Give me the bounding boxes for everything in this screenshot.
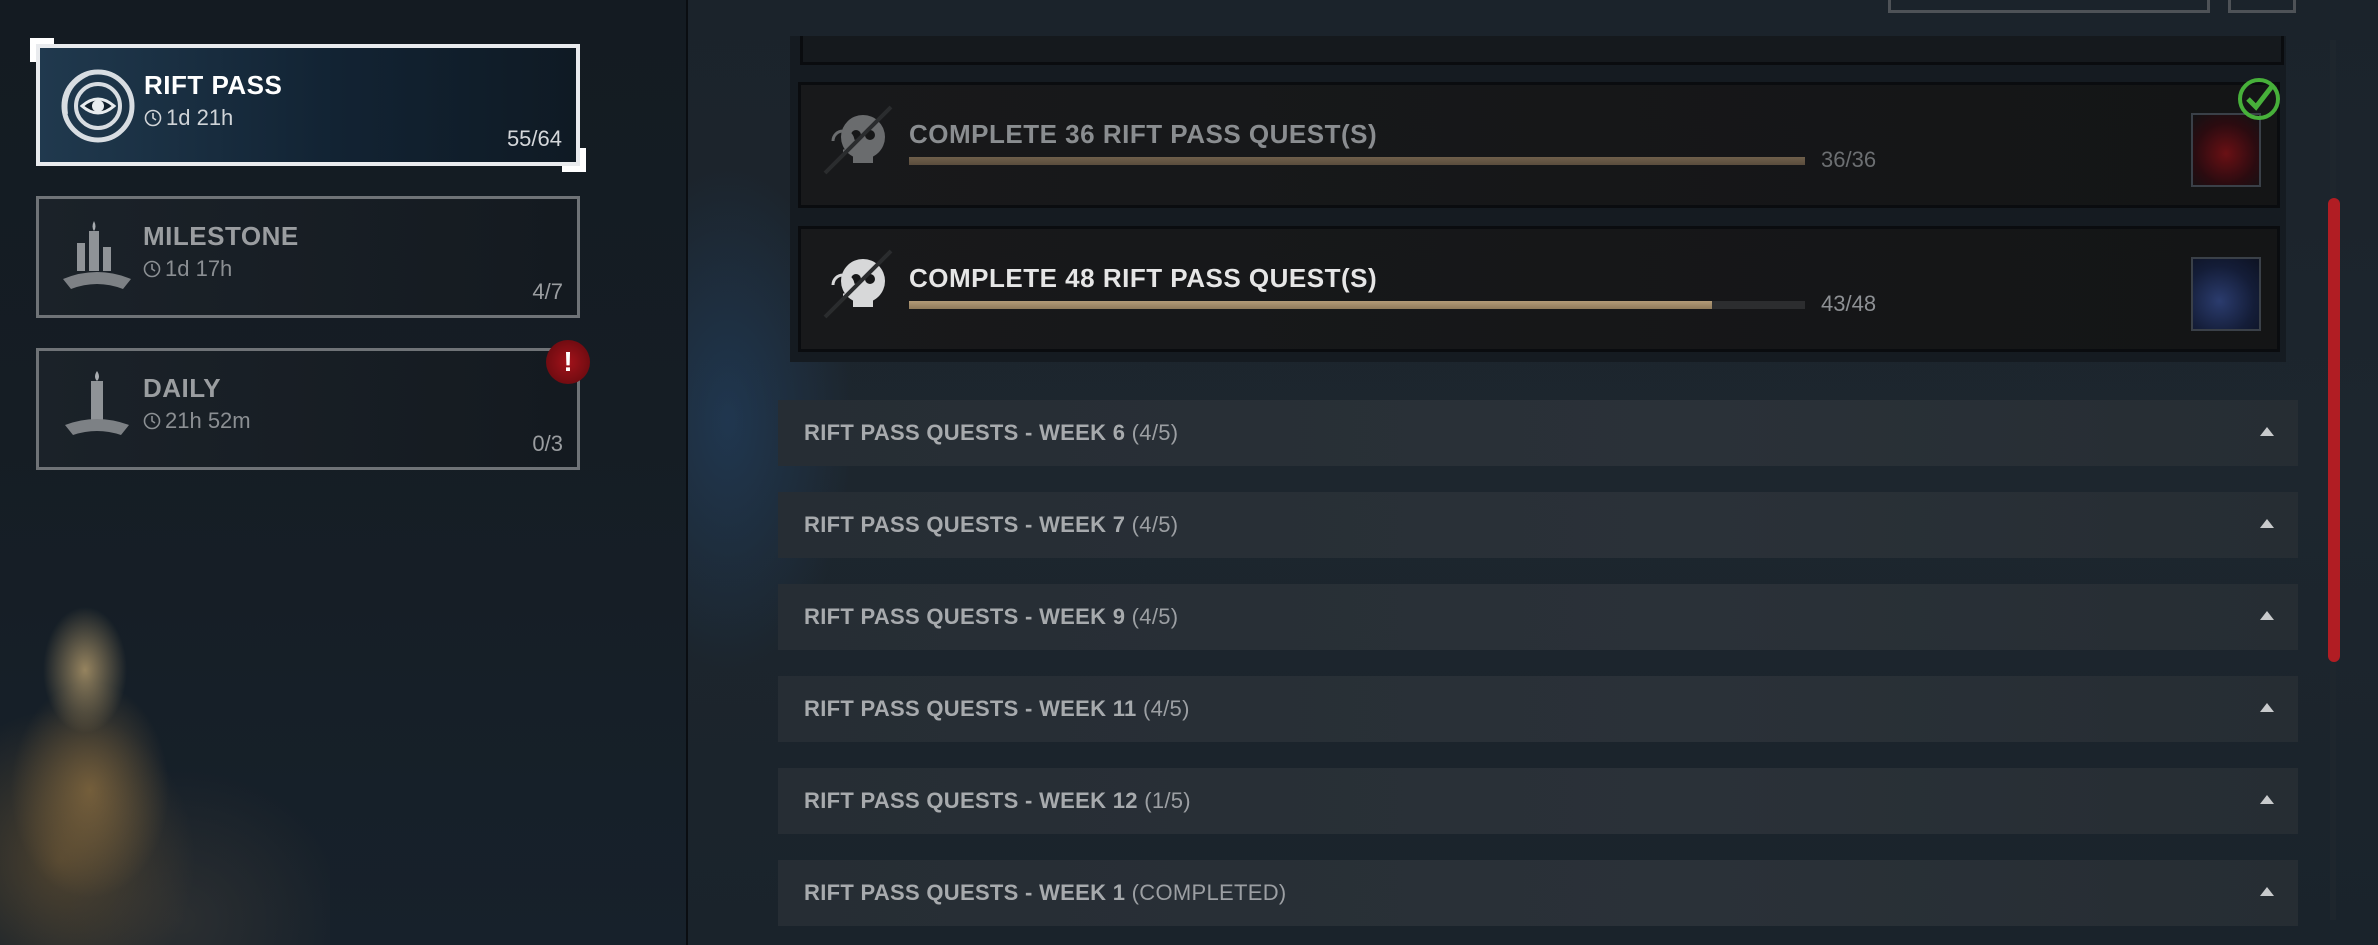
category-card-daily[interactable]: DAILY 21h 52m 0/3: [36, 348, 580, 470]
check-icon: [2238, 78, 2280, 120]
chevron-up-icon: [2260, 611, 2274, 620]
quest-progress-bar: [909, 301, 1805, 309]
quest-title: COMPLETE 48 RIFT PASS QUEST(S): [909, 263, 1378, 293]
section-title: RIFT PASS QUESTS - WEEK 11 (4/5): [804, 696, 1190, 721]
section-header-week-11[interactable]: RIFT PASS QUESTS - WEEK 11 (4/5): [778, 676, 2298, 742]
section-title: RIFT PASS QUESTS - WEEK 9 (4/5): [804, 604, 1179, 629]
chevron-up-icon: [2260, 427, 2274, 436]
chevron-up-icon: [2260, 703, 2274, 712]
timer-text: 1d 21h: [166, 105, 234, 130]
clock-icon: [143, 412, 161, 430]
quest-card-completed[interactable]: COMPLETE 36 RIFT PASS QUEST(S) 36/36: [798, 78, 2280, 208]
category-timer: 21h 52m: [143, 408, 251, 434]
category-title: DAILY: [143, 373, 222, 403]
skull-spiral-icon: [823, 105, 893, 175]
category-title: MILESTONE: [143, 221, 299, 251]
section-header-week-12[interactable]: RIFT PASS QUESTS - WEEK 12 (1/5): [778, 768, 2298, 834]
timer-text: 21h 52m: [165, 408, 251, 433]
section-header-week-6[interactable]: RIFT PASS QUESTS - WEEK 6 (4/5): [778, 400, 2298, 466]
category-progress-count: 4/7: [532, 279, 563, 304]
quest-progress-text: 43/48: [1821, 291, 1877, 316]
category-title: RIFT PASS: [144, 70, 283, 100]
section-title: RIFT PASS QUESTS - WEEK 12 (1/5): [804, 788, 1191, 813]
top-tab-frame: [1888, 0, 2210, 13]
quest-progress-bar: [909, 157, 1805, 165]
quest-progress-fill: [909, 157, 1805, 165]
section-title: RIFT PASS QUESTS - WEEK 7 (4/5): [804, 512, 1179, 537]
reward-thumbnail[interactable]: [2191, 113, 2261, 187]
quest-card-in-progress[interactable]: COMPLETE 48 RIFT PASS QUEST(S) 43/48: [798, 226, 2280, 352]
quest-progress-text: 36/36: [1821, 147, 1877, 172]
scrollbar-thumb[interactable]: [2328, 198, 2340, 662]
category-card-rift-pass[interactable]: RIFT PASS 1d 21h 55/64: [30, 38, 586, 172]
quest-progress-fill: [909, 301, 1712, 309]
section-header-week-9[interactable]: RIFT PASS QUESTS - WEEK 9 (4/5): [778, 584, 2298, 650]
chevron-up-icon: [2260, 795, 2274, 804]
skull-spiral-icon: [823, 249, 893, 319]
section-header-week-7[interactable]: RIFT PASS QUESTS - WEEK 7 (4/5): [778, 492, 2298, 558]
spiral-eye-icon: [61, 69, 135, 143]
quest-category-panel: RIFT PASS 1d 21h 55/64 MILESTONE 1d 17h: [0, 0, 686, 945]
category-card-milestone[interactable]: MILESTONE 1d 17h 4/7: [36, 196, 580, 318]
candle-altar-icon: [63, 221, 131, 289]
reward-thumbnail[interactable]: [2191, 257, 2261, 331]
candles-background-art: [0, 560, 330, 945]
alert-badge-icon: !: [546, 340, 590, 384]
top-tab-frame-small: [2228, 0, 2296, 13]
category-progress-count: 0/3: [532, 431, 563, 456]
chevron-up-icon: [2260, 887, 2274, 896]
section-header-week-1[interactable]: RIFT PASS QUESTS - WEEK 1 (COMPLETED): [778, 860, 2298, 926]
chevron-up-icon: [2260, 519, 2274, 528]
clock-icon: [143, 260, 161, 278]
candle-dish-icon: [65, 371, 129, 435]
previous-quest-card-edge: [800, 36, 2284, 65]
section-title: RIFT PASS QUESTS - WEEK 1 (COMPLETED): [804, 880, 1287, 905]
category-timer: 1d 17h: [143, 256, 232, 282]
category-timer: 1d 21h: [144, 105, 233, 131]
section-title: RIFT PASS QUESTS - WEEK 6 (4/5): [804, 420, 1179, 445]
quest-title: COMPLETE 36 RIFT PASS QUEST(S): [909, 119, 1378, 149]
clock-icon: [144, 109, 162, 127]
timer-text: 1d 17h: [165, 256, 233, 281]
category-progress-count: 55/64: [506, 126, 562, 151]
